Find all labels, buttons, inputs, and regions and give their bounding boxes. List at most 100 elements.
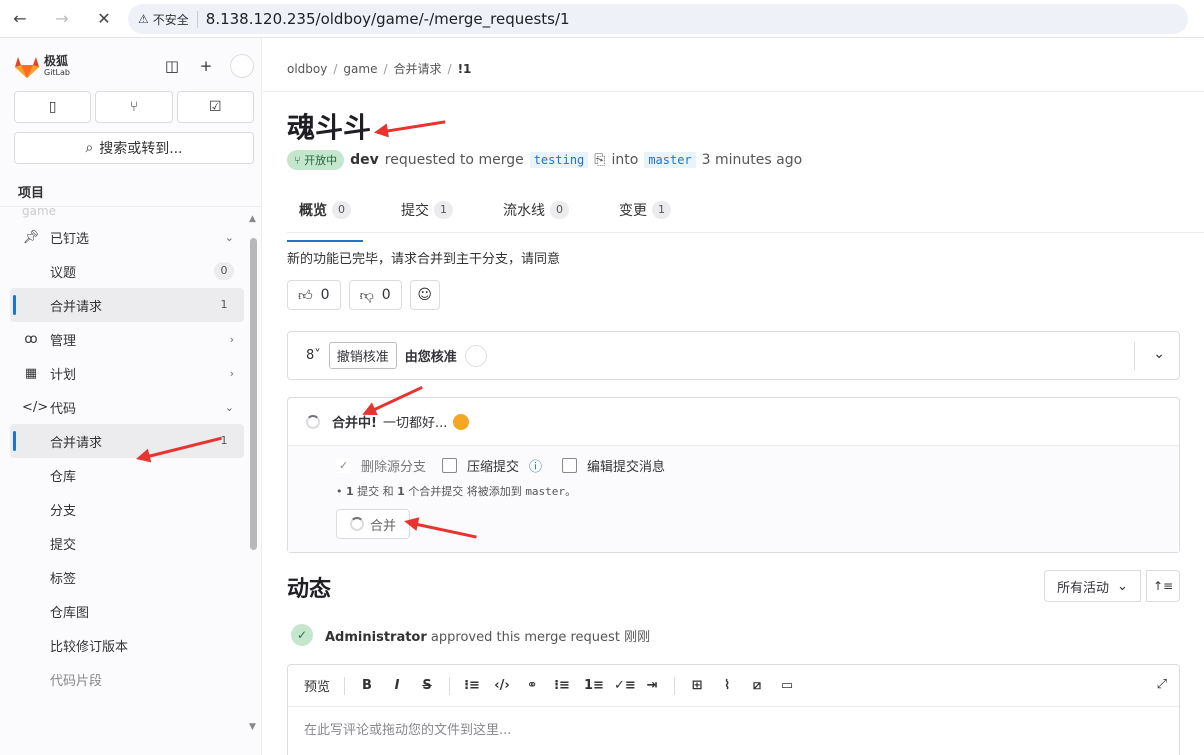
sidebar-item-code[interactable]: </> 代码 ⌄ xyxy=(10,390,244,424)
indent-icon[interactable]: ⇥ xyxy=(644,678,660,693)
breadcrumb-merge-requests[interactable]: 合并请求 xyxy=(394,62,442,76)
event-user-link[interactable]: Administrator xyxy=(325,630,427,645)
sidebar-item-pinned[interactable]: 📌︎ 已钉选 ⌄ xyxy=(10,220,244,254)
count-badge: 1 xyxy=(214,432,234,450)
italic-icon[interactable]: I xyxy=(389,678,405,693)
copy-icon[interactable]: ⎘ xyxy=(594,152,605,168)
mr-tabs: 概览 0 提交 1 流水线 0 变更 1 xyxy=(287,198,683,242)
search-button[interactable]: ⌕ 搜索或转到... xyxy=(14,132,254,164)
breadcrumb-group[interactable]: oldboy xyxy=(287,62,327,76)
sidebar-item-tags[interactable]: 标签 xyxy=(10,560,244,594)
sidebar-item-commits[interactable]: 提交 xyxy=(10,526,244,560)
url-text[interactable]: 8.138.120.235/oldboy/game/-/merge_reques… xyxy=(206,10,570,28)
thumbs-down-icon: 👎︎ xyxy=(359,287,374,304)
sidebar-item-branches[interactable]: 分支 xyxy=(10,492,244,526)
sidebar-item-merge-requests-pinned[interactable]: 合并请求 1 xyxy=(10,288,244,322)
preview-tab[interactable]: 预览 xyxy=(304,676,330,695)
sidebar-item-project-partial[interactable]: game xyxy=(10,208,244,220)
plus-icon[interactable]: + xyxy=(196,57,216,75)
link-icon[interactable]: ⚭ xyxy=(524,678,540,693)
merge-requests-button[interactable]: ⑂ xyxy=(95,91,173,123)
todos-button[interactable]: ☑ xyxy=(176,91,254,123)
status-badge: ⑂ 开放中 xyxy=(287,150,345,170)
breadcrumb-current[interactable]: !1 xyxy=(458,62,472,76)
scroll-up-icon[interactable]: ▲ xyxy=(249,214,256,224)
brand[interactable]: 极狐 GitLab xyxy=(44,55,70,78)
scroll-thumb[interactable] xyxy=(250,238,257,550)
sidebar-item-compare[interactable]: 比较修订版本 xyxy=(10,628,244,662)
squash-checkbox[interactable] xyxy=(442,458,458,473)
loading-spinner-icon xyxy=(349,517,364,531)
sidebar-toggle-icon[interactable]: ◫ xyxy=(162,57,182,75)
count-badge: 1 xyxy=(652,201,671,219)
issues-button[interactable]: ▯ xyxy=(14,91,92,123)
chevron-down-icon: ⌄ xyxy=(224,400,234,414)
todo-icon: ☑ xyxy=(209,99,222,115)
divider xyxy=(287,232,1204,233)
table-icon[interactable]: ⊞ xyxy=(689,678,705,693)
bullet-list-icon[interactable]: ⁝≡ xyxy=(554,678,570,693)
approver-avatar[interactable] xyxy=(464,344,487,367)
editor-toolbar: 预览 B I S ⁝≡ ‹/› ⚭ ⁝≡ 1≡ ✓≡ ⇥ ⊞ ⌇ ⧄ ▭ ⤢ xyxy=(288,665,1179,707)
scroll-down-icon[interactable]: ▼ xyxy=(249,722,256,732)
browser-toolbar: ← → ✕ ⚠ 不安全 8.138.120.235/oldboy/game/-/… xyxy=(0,0,1204,38)
sidebar-item-issues[interactable]: 议题 0 xyxy=(10,254,244,288)
page-title: 魂斗斗 xyxy=(287,111,372,144)
activity-filter-dropdown[interactable]: 所有活动 ⌄ xyxy=(1044,570,1141,602)
thumbs-up-icon: 👍︎ xyxy=(298,287,313,304)
count-badge: 0 xyxy=(332,201,351,219)
tab-changes[interactable]: 变更 1 xyxy=(607,198,683,230)
sidebar-item-repository-graph[interactable]: 仓库图 xyxy=(10,594,244,628)
code-icon: </> xyxy=(22,399,49,415)
user-avatar[interactable] xyxy=(230,54,254,78)
author-link[interactable]: dev xyxy=(350,152,379,168)
insecure-indicator[interactable]: ⚠ 不安全 xyxy=(138,10,198,28)
thumbs-down-button[interactable]: 👎︎ 0 xyxy=(348,280,402,310)
merge-button[interactable]: 合并 xyxy=(336,509,410,539)
approval-widget: 8˅ 撤销核准 由您核准 ⌄ xyxy=(287,331,1180,380)
task-list-icon[interactable]: ✓≡ xyxy=(614,678,636,693)
source-branch[interactable]: testing xyxy=(529,152,589,168)
chevron-right-icon: › xyxy=(229,332,234,346)
count-badge: 1 xyxy=(434,201,453,219)
tab-pipelines[interactable]: 流水线 0 xyxy=(491,198,581,230)
divider xyxy=(674,676,676,695)
merge-request-icon: ⑂ xyxy=(294,154,305,167)
code-icon[interactable]: ‹/› xyxy=(494,678,510,693)
address-bar[interactable]: ⚠ 不安全 8.138.120.235/oldboy/game/-/merge_… xyxy=(128,4,1188,34)
strikethrough-icon[interactable]: S xyxy=(419,678,435,693)
delete-source-checkbox[interactable]: ✓ xyxy=(336,458,351,473)
quote-icon[interactable]: ⁝≡ xyxy=(464,678,480,693)
expand-icon[interactable]: ⤢ xyxy=(1157,677,1167,692)
slash-command-icon[interactable]: ⧄ xyxy=(749,678,765,693)
thumbs-up-button[interactable]: 👍︎ 0 xyxy=(287,280,341,310)
attachment-icon[interactable]: ⌇ xyxy=(719,678,735,693)
back-icon[interactable]: ← xyxy=(8,7,32,31)
add-reaction-button[interactable]: ☺ xyxy=(409,280,440,310)
sidebar-scrollbar[interactable]: ▲ ▼ xyxy=(248,214,260,732)
edit-message-checkbox[interactable] xyxy=(562,458,578,473)
comment-template-icon[interactable]: ▭ xyxy=(779,678,795,693)
forward-icon[interactable]: → xyxy=(50,7,74,31)
help-icon[interactable]: ⓘ xyxy=(529,456,542,475)
numbered-list-icon[interactable]: 1≡ xyxy=(584,678,604,693)
sidebar-item-repository[interactable]: 仓库 xyxy=(10,458,244,492)
gitlab-logo-icon[interactable] xyxy=(14,55,40,79)
stop-icon[interactable]: ✕ xyxy=(92,7,116,31)
check-icon: ✓ xyxy=(291,624,313,646)
comment-input[interactable]: 在此写评论或拖动您的文件到这里... xyxy=(288,707,1179,750)
sidebar-item-snippets[interactable]: 代码片段 xyxy=(10,662,244,696)
target-branch[interactable]: master xyxy=(644,152,696,168)
comment-editor: 预览 B I S ⁝≡ ‹/› ⚭ ⁝≡ 1≡ ✓≡ ⇥ ⊞ ⌇ ⧄ ▭ ⤢ 在… xyxy=(287,664,1180,755)
sidebar-item-manage[interactable]: ꝏ 管理 › xyxy=(10,322,244,356)
bold-icon[interactable]: B xyxy=(359,678,375,693)
sidebar-item-plan[interactable]: ▦ 计划 › xyxy=(10,356,244,390)
tab-overview[interactable]: 概览 0 xyxy=(287,198,363,242)
breadcrumb-project[interactable]: game xyxy=(343,62,377,76)
tab-commits[interactable]: 提交 1 xyxy=(389,198,465,230)
sort-button[interactable]: ↑≡ xyxy=(1146,570,1180,602)
chevron-down-icon[interactable]: ⌄ xyxy=(1153,346,1165,362)
revoke-approval-button[interactable]: 撤销核准 xyxy=(328,342,397,369)
activity-title: 动态 xyxy=(287,577,332,602)
warning-icon: ⚠ xyxy=(138,12,149,26)
